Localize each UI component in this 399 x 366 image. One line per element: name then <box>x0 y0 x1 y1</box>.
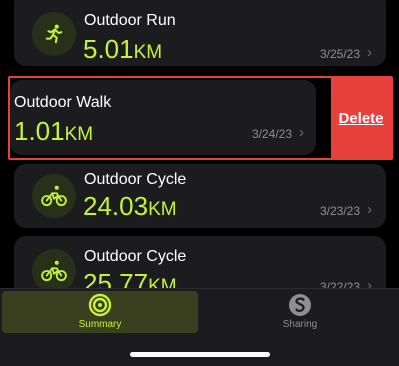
chevron-right-icon: › <box>367 201 372 218</box>
tab-label: Summary <box>78 319 122 330</box>
workout-date: 3/23/23 <box>319 204 360 218</box>
workout-distance: 5.01KM <box>83 34 163 64</box>
workout-title: Outdoor Run <box>84 12 176 29</box>
cycling-figure-icon <box>32 174 76 218</box>
workout-title: Outdoor Walk <box>14 94 112 111</box>
running-figure-icon <box>32 12 76 56</box>
workout-title: Outdoor Cycle <box>84 171 187 188</box>
tab-summary[interactable]: Summary <box>50 293 150 330</box>
workout-distance: 1.01KM <box>14 116 94 146</box>
workout-row[interactable]: Outdoor Cycle 24.03KM 3/23/23 › <box>14 164 386 228</box>
workout-title: Outdoor Cycle <box>84 248 187 265</box>
tab-label: Sharing <box>282 319 318 330</box>
sharing-icon <box>289 294 311 316</box>
workout-row[interactable]: Outdoor Run 5.01KM 3/25/23 › <box>14 0 386 66</box>
workout-row-swiped[interactable]: Outdoor Walk 1.01KM 3/24/23 › <box>10 80 316 155</box>
tab-sharing[interactable]: Sharing <box>250 293 350 330</box>
delete-button[interactable]: Delete <box>331 78 391 158</box>
chevron-right-icon: › <box>367 44 372 61</box>
workout-date: 3/24/23 <box>251 127 292 141</box>
home-indicator <box>130 352 270 357</box>
workout-date: 3/25/23 <box>319 47 360 61</box>
cycling-figure-icon <box>32 249 76 293</box>
chevron-right-icon: › <box>299 124 304 141</box>
summary-rings-icon <box>88 293 112 317</box>
delete-label: Delete <box>338 109 384 127</box>
workout-distance: 24.03KM <box>83 191 177 221</box>
